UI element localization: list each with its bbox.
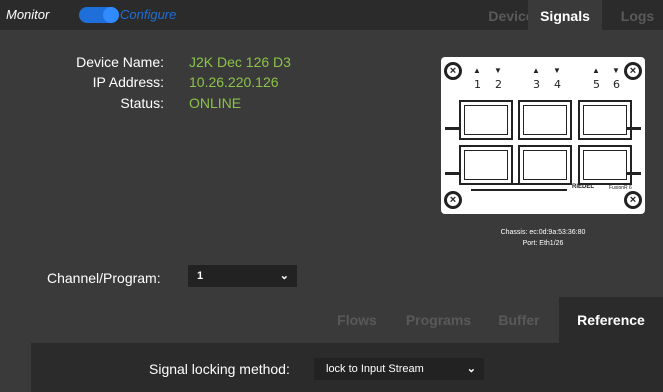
sfp-module — [518, 145, 572, 185]
tab-reference[interactable]: Reference — [559, 297, 663, 343]
panel-divider — [471, 183, 567, 185]
mode-toggle-switch[interactable] — [79, 7, 119, 23]
ip-address-value: 10.26.220.126 — [189, 74, 279, 90]
status-label: Status: — [120, 95, 164, 111]
mode-configure-label[interactable]: Configure — [120, 7, 176, 22]
top-bar: Monitor Configure Device Signals Logs — [0, 0, 663, 30]
mode-monitor-label[interactable]: Monitor — [6, 7, 49, 22]
panel-divider — [471, 189, 567, 191]
panel-divider — [627, 172, 641, 175]
port-up-arrow-icon: ▲ — [473, 66, 481, 75]
tab-signals[interactable]: Signals — [528, 0, 602, 30]
signal-locking-value: lock to Input Stream — [326, 363, 424, 375]
tab-buffer[interactable]: Buffer — [488, 297, 550, 343]
tab-programs[interactable]: Programs — [397, 297, 480, 343]
screw-icon: × — [444, 191, 462, 209]
status-value: ONLINE — [189, 95, 242, 111]
port-label: Port: Eth1/26 — [522, 240, 564, 247]
signal-locking-label: Signal locking method: — [149, 361, 290, 377]
chevron-down-icon: ⌄ — [279, 270, 289, 282]
port-number: 3 — [533, 78, 540, 91]
sfp-module — [578, 145, 632, 185]
device-name-label: Device Name: — [76, 54, 164, 70]
panel-divider — [445, 127, 461, 130]
port-number: 2 — [495, 78, 502, 91]
panel-divider — [627, 127, 641, 130]
device-name-value: J2K Dec 126 D3 — [189, 54, 291, 70]
signal-locking-select[interactable]: lock to Input Stream ⌄ — [314, 358, 484, 380]
port-up-arrow-icon: ▲ — [592, 66, 600, 75]
port-number: 1 — [474, 78, 481, 91]
sfp-module — [518, 100, 572, 140]
port-number: 5 — [593, 78, 600, 91]
port-down-arrow-icon: ▼ — [553, 66, 561, 75]
device-front-panel: × × × × ▲ ▼ ▲ ▼ ▲ ▼ 1 2 3 4 5 6 RIEDEL F… — [441, 57, 645, 214]
tab-logs[interactable]: Logs — [612, 0, 663, 30]
port-down-arrow-icon: ▼ — [612, 66, 620, 75]
toggle-knob — [103, 7, 119, 23]
model-label: FusionR 6 — [609, 185, 632, 191]
ip-address-label: IP Address: — [92, 74, 164, 90]
tab-flows[interactable]: Flows — [322, 297, 392, 343]
channel-program-label: Channel/Program: — [47, 270, 161, 286]
screw-icon: × — [624, 191, 642, 209]
screw-icon: × — [624, 62, 642, 80]
sfp-module — [459, 145, 513, 185]
port-down-arrow-icon: ▼ — [494, 66, 502, 75]
channel-program-select[interactable]: 1 ⌄ — [188, 265, 297, 287]
channel-program-value: 1 — [197, 270, 204, 282]
port-number: 6 — [613, 78, 620, 91]
sfp-module — [578, 100, 632, 140]
sfp-module — [459, 100, 513, 140]
brand-logo: RIEDEL — [572, 184, 595, 190]
port-number: 4 — [554, 78, 561, 91]
port-up-arrow-icon: ▲ — [532, 66, 540, 75]
screw-icon: × — [444, 62, 462, 80]
panel-divider — [445, 172, 461, 175]
chevron-down-icon: ⌄ — [466, 363, 476, 375]
chassis-label: Chassis: ec:0d:9a:53:36:80 — [500, 229, 586, 236]
